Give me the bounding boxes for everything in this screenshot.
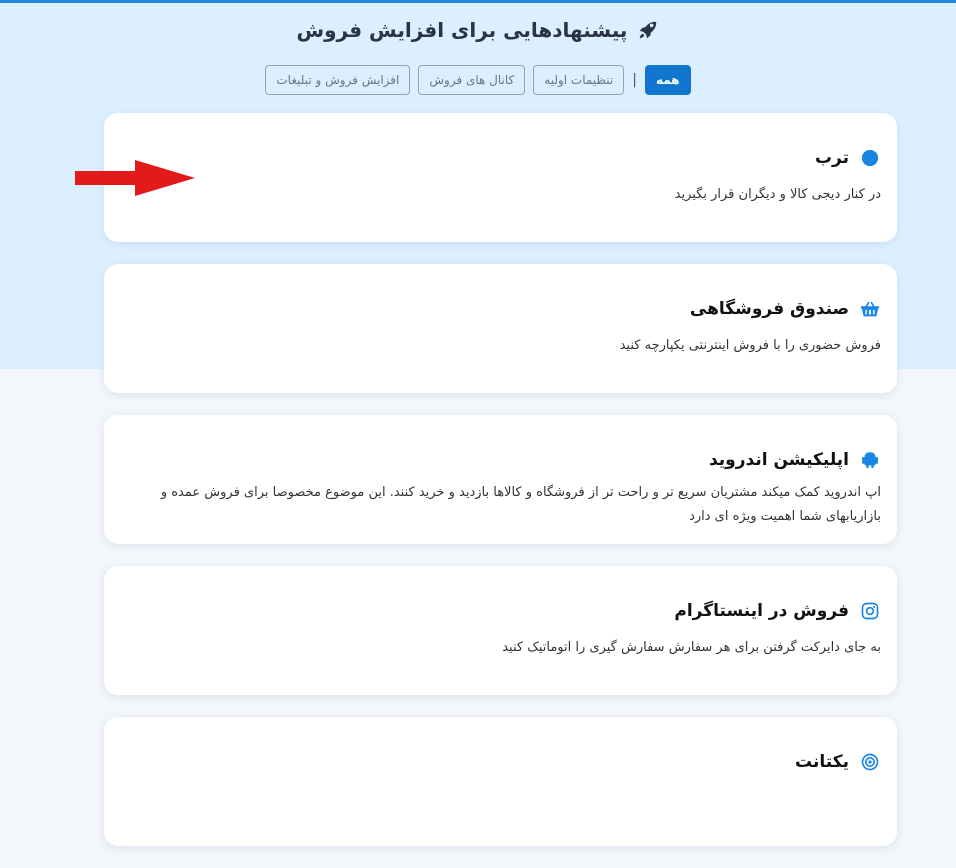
tab-initial-settings[interactable]: تنظیمات اولیه (533, 65, 625, 95)
rocket-icon (637, 19, 659, 41)
card-title: صندوق فروشگاهی (689, 299, 849, 319)
card-title: فروش در اینستاگرام (674, 601, 849, 621)
page-title: پیشنهادهایی برای افزایش فروش (297, 18, 660, 42)
card-store-pos[interactable]: صندوق فروشگاهی فروش حضوری را با فروش این… (104, 264, 897, 393)
target-icon (859, 751, 881, 773)
card-title: یکتانت (795, 752, 849, 772)
tab-all[interactable]: همه (644, 65, 691, 95)
card-android-app[interactable]: اپلیکیشن اندروید اپ اندروید کمک میکند مش… (104, 415, 897, 544)
card-torob[interactable]: ترب در کنار دیجی کالا و دیگران قرار بگیر… (104, 113, 897, 242)
card-description: فروش حضوری را با فروش اینترنتی یکپارچه ک… (619, 338, 881, 353)
android-icon (859, 449, 881, 471)
card-title: ترب (814, 148, 849, 168)
suggestion-list: ترب در کنار دیجی کالا و دیگران قرار بگیر… (104, 113, 897, 868)
card-yektanet[interactable]: یکتانت (104, 717, 897, 846)
basket-icon (859, 298, 881, 320)
card-instagram[interactable]: فروش در اینستاگرام به جای دایرکت گرفتن ب… (104, 566, 897, 695)
card-description: در کنار دیجی کالا و دیگران قرار بگیرید (674, 187, 881, 202)
pointer-arrow-icon (75, 160, 195, 196)
instagram-icon (859, 600, 881, 622)
tab-separator: | (632, 72, 637, 88)
card-title: اپلیکیشن اندروید (708, 450, 849, 470)
tab-sales-marketing[interactable]: افزایش فروش و تبلیغات (265, 65, 411, 95)
tab-sales-channels[interactable]: کانال های فروش (418, 65, 526, 95)
blue-dot-icon (859, 147, 881, 169)
card-description: اپ اندروید کمک میکند مشتریان سریع تر و ر… (160, 485, 881, 524)
page-header: پیشنهادهایی برای افزایش فروش (0, 18, 956, 45)
page-title-text: پیشنهادهایی برای افزایش فروش (296, 18, 628, 42)
card-description: به جای دایرکت گرفتن برای هر سفارش سفارش … (502, 640, 881, 655)
filter-tabs: همه | تنظیمات اولیه کانال های فروش افزای… (0, 65, 956, 95)
